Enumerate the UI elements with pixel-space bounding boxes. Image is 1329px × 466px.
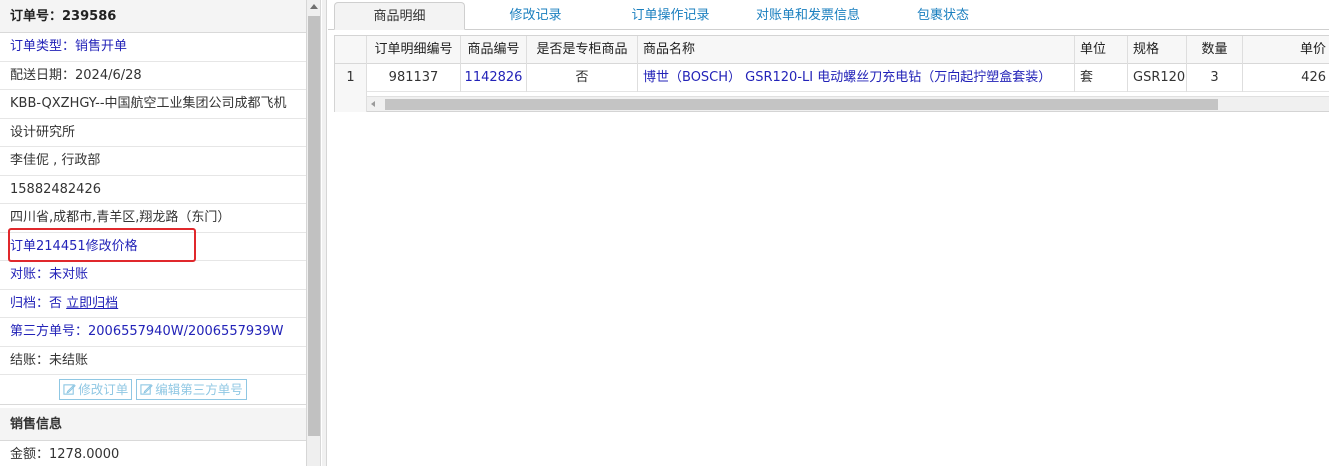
archive-label: 归档： [10,295,50,311]
cell-detail-id: 981137 [367,64,461,92]
delivery-date: 配送日期：2024/6/28 [0,62,306,90]
table-header: 订单明细编号 商品编号 是否是专柜商品 商品名称 单位 规格 数量 单价 [335,36,1329,64]
sales-amount: 金额：1278.0000 [0,441,306,466]
third-party-label: 第三方单号： [10,324,89,339]
horizontal-scrollbar-thumb[interactable] [385,99,1218,110]
archive-row: 归档：否 立即归档 [0,290,306,318]
contact-person: 李佳伲 , 行政部 [0,147,306,176]
header-counter-product[interactable]: 是否是专柜商品 [527,36,638,64]
order-number: 239586 [62,9,117,24]
reconcile-value: 未对账 [49,267,89,282]
cell-product-id-link[interactable]: 1142826 [461,64,527,92]
settle-value: 未结账 [49,352,89,368]
edit-icon [140,384,154,395]
settle-row: 结账：未结账 [0,347,306,375]
header-spec[interactable]: 规格 [1128,36,1187,64]
cell-counter-product: 否 [527,64,638,92]
header-unit-price[interactable]: 单价 [1243,36,1329,64]
header-quantity[interactable]: 数量 [1187,36,1243,64]
header-rownum [335,36,367,64]
header-detail-id[interactable]: 订单明细编号 [367,36,461,64]
row-number: 1 [335,64,367,92]
cell-quantity: 3 [1187,64,1243,92]
archive-now-link[interactable]: 立即归档 [66,296,118,311]
scroll-left-icon[interactable] [371,101,375,107]
third-party-value: 2006557940W/2006557939W [88,324,284,339]
edit-third-party-label: 编辑第三方单号 [155,382,243,397]
order-action-buttons: 修改订单 编辑第三方单号 [0,375,306,405]
order-info-panel: 订单号：239586 订单类型：销售开单 配送日期：2024/6/28 KBB-… [0,0,307,466]
customer-line-1: KBB-QXZHGY--中国航空工业集团公司成都飞机 [0,90,306,119]
archive-value: 否 [49,295,63,311]
tab-statement-invoice[interactable]: 对账单和发票信息 [738,2,878,30]
reconcile-label: 对账： [10,267,50,282]
table-row[interactable]: 1 981137 1142826 否 博世（BOSCH） GSR120-LI 电… [335,64,1329,92]
product-detail-table: 订单明细编号 商品编号 是否是专柜商品 商品名称 单位 规格 数量 单价 1 9… [334,35,1329,112]
highlight-annotation [8,228,196,262]
sales-info-title: 销售信息 [0,408,306,441]
order-type-row: 订单类型：销售开单 [0,33,306,62]
order-number-label: 订单号： [10,9,63,24]
cell-spec: GSR120 [1128,64,1187,92]
header-unit[interactable]: 单位 [1075,36,1128,64]
panel-splitter[interactable] [322,0,327,466]
cell-unit: 套 [1075,64,1128,92]
tab-operation-records[interactable]: 订单操作记录 [608,2,733,30]
order-detail-area: 商品明细 修改记录 订单操作记录 对账单和发票信息 包裹状态 订单明细编号 商品… [328,0,1329,466]
reconcile-row: 对账：未对账 [0,261,306,290]
edit-order-label: 修改订单 [78,382,129,397]
table-horizontal-scrollbar[interactable] [367,96,1329,111]
left-panel-scrollbar[interactable] [307,0,321,466]
order-type-value: 销售开单 [75,39,128,54]
rownum-column-filler [335,92,367,112]
detail-tabs: 商品明细 修改记录 订单操作记录 对账单和发票信息 包裹状态 [328,0,1329,30]
edit-icon [63,384,77,395]
header-product-id[interactable]: 商品编号 [461,36,527,64]
tab-package-status[interactable]: 包裹状态 [888,2,998,30]
order-number-header: 订单号：239586 [0,0,306,33]
cell-unit-price: 426 [1301,70,1326,85]
edit-order-button[interactable]: 修改订单 [59,379,133,400]
tab-modify-records[interactable]: 修改记录 [473,2,598,30]
header-product-name[interactable]: 商品名称 [638,36,1075,64]
scrollbar-thumb[interactable] [308,16,320,436]
scroll-up-icon[interactable] [310,4,318,9]
edit-third-party-button[interactable]: 编辑第三方单号 [136,379,247,400]
third-party-row: 第三方单号：2006557940W/2006557939W [0,318,306,347]
cell-product-name-link[interactable]: 博世（BOSCH） GSR120-LI 电动螺丝刀充电钻（万向起拧塑盒套装） [638,64,1075,92]
order-type-label: 订单类型： [10,39,76,54]
customer-line-2: 设计研究所 [0,119,306,147]
contact-phone: 15882482426 [0,176,306,204]
settle-label: 结账： [10,352,50,368]
tab-product-details[interactable]: 商品明细 [334,2,465,30]
